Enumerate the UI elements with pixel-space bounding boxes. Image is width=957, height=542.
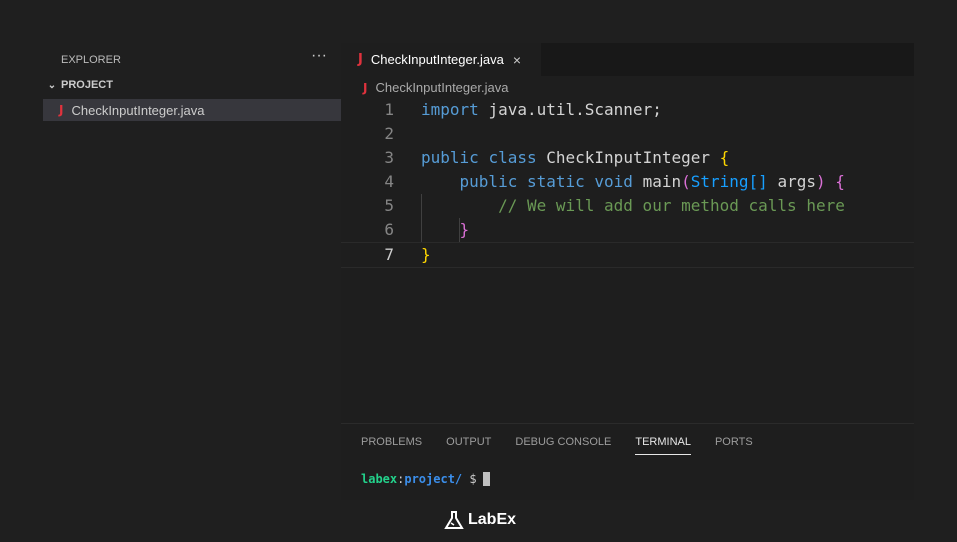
explorer-title: EXPLORER <box>61 54 121 66</box>
code-token: // We will add our method calls here <box>421 196 845 215</box>
terminal-user: labex <box>361 472 398 486</box>
line-number: 6 <box>384 220 394 239</box>
breadcrumb-file: CheckInputInteger.java <box>375 80 509 95</box>
code-line[interactable]: 3 public class CheckInputInteger { <box>341 146 914 170</box>
line-number: 5 <box>384 196 394 215</box>
editor[interactable]: J CheckInputInteger.java × J CheckInputI… <box>341 43 914 423</box>
java-file-icon: J <box>363 80 368 95</box>
code-area[interactable]: 1 import java.util.Scanner; 2 3 public class… <box>341 98 914 268</box>
editor-tab[interactable]: J CheckInputInteger.java × <box>341 43 541 76</box>
code-token: public <box>421 148 479 167</box>
explorer-sidebar: EXPLORER ··· ⌄ PROJECT J CheckInputInteg… <box>43 43 341 499</box>
tab-bar: J CheckInputInteger.java × <box>341 43 914 76</box>
code-token: import <box>421 100 479 119</box>
breadcrumb[interactable]: J CheckInputInteger.java <box>363 80 508 95</box>
flask-icon <box>444 511 464 529</box>
line-number: 4 <box>384 172 394 191</box>
panel-tabs: PROBLEMS OUTPUT DEBUG CONSOLE TERMINAL PORTS <box>361 436 753 455</box>
code-token: ( <box>681 172 691 191</box>
code-token: void <box>594 172 633 191</box>
code-token: class <box>488 148 537 167</box>
panel-tab-ports[interactable]: PORTS <box>715 436 753 455</box>
code-text: // We will add our method calls here <box>421 194 845 218</box>
code-token: ) <box>815 172 826 191</box>
code-token: main <box>642 172 682 191</box>
terminal-prompt: $ <box>462 472 477 486</box>
terminal-path: project/ <box>404 472 463 486</box>
code-token: CheckInputInteger <box>546 148 711 167</box>
project-label: PROJECT <box>61 79 113 91</box>
file-item[interactable]: J CheckInputInteger.java <box>43 99 341 121</box>
code-token: args <box>777 172 816 191</box>
code-token: } <box>421 220 470 239</box>
tab-label: CheckInputInteger.java <box>370 52 504 67</box>
code-text: public class CheckInputInteger { <box>421 146 729 170</box>
code-line[interactable]: 1 import java.util.Scanner; <box>341 98 914 122</box>
code-line[interactable]: 4 public static void main(String[] args)… <box>341 170 914 194</box>
java-file-icon: J <box>358 52 363 67</box>
code-line[interactable]: 6 } <box>341 218 914 242</box>
code-token: String[] <box>690 172 768 191</box>
more-actions-icon[interactable]: ··· <box>311 47 327 65</box>
terminal[interactable]: labex: project/ $ <box>361 472 490 486</box>
panel-tab-output[interactable]: OUTPUT <box>446 436 491 455</box>
code-text: import java.util.Scanner; <box>421 98 662 122</box>
code-token: } <box>421 245 431 264</box>
terminal-sep: : <box>397 472 405 486</box>
line-number: 7 <box>384 245 394 264</box>
project-folder[interactable]: ⌄ PROJECT <box>43 79 113 91</box>
chevron-down-icon: ⌄ <box>47 79 57 91</box>
panel-tab-debug-console[interactable]: DEBUG CONSOLE <box>515 436 611 455</box>
java-file-icon: J <box>59 103 64 117</box>
code-token: public <box>421 172 518 191</box>
code-token: { <box>835 172 845 191</box>
code-token: { <box>719 148 730 167</box>
code-line[interactable]: 7} <box>341 242 914 268</box>
logo-text: LabEx <box>468 511 517 528</box>
file-label: CheckInputInteger.java <box>71 102 205 118</box>
panel-tab-terminal[interactable]: TERMINAL <box>635 436 691 455</box>
line-number: 1 <box>384 100 394 119</box>
code-token: java.util.Scanner; <box>488 100 662 119</box>
line-number: 3 <box>384 148 394 167</box>
code-text: } <box>421 243 431 267</box>
code-token: static <box>526 172 585 191</box>
code-line[interactable]: 5 // We will add our method calls here <box>341 194 914 218</box>
labex-logo: LabEx <box>444 510 516 530</box>
code-text: } <box>421 218 470 242</box>
terminal-cursor <box>482 472 490 486</box>
panel-tab-problems[interactable]: PROBLEMS <box>361 436 422 455</box>
bottom-panel: PROBLEMS OUTPUT DEBUG CONSOLE TERMINAL PORTS… <box>341 423 914 500</box>
code-line[interactable]: 2 <box>341 122 914 146</box>
code-text: public static void main(String[] args) { <box>421 170 845 194</box>
close-icon[interactable]: × <box>513 52 521 68</box>
line-number: 2 <box>384 124 394 143</box>
